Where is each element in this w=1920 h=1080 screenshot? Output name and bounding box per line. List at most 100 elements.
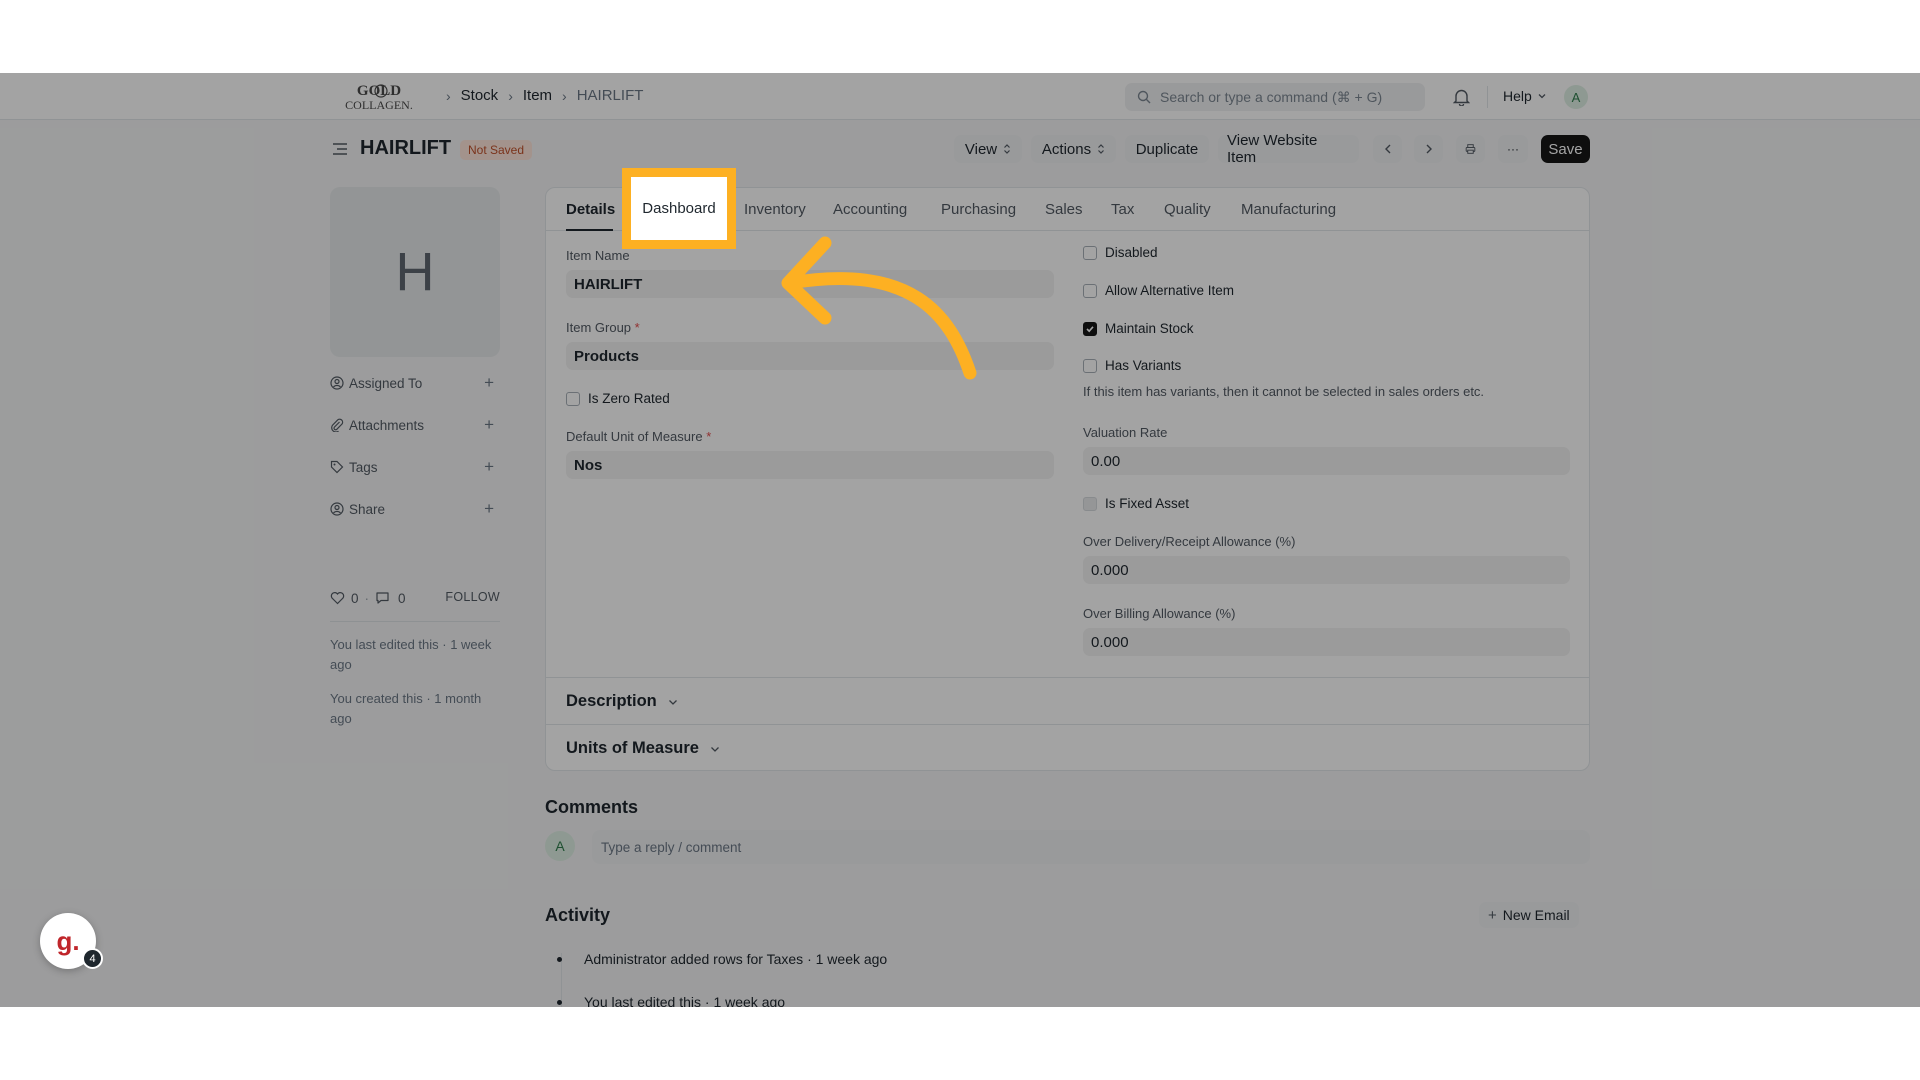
- avatar: A: [545, 831, 575, 861]
- sidebar-attachments[interactable]: Attachments +: [330, 415, 498, 435]
- add-icon[interactable]: +: [484, 500, 494, 517]
- user-avatar[interactable]: A: [1564, 85, 1588, 109]
- sidebar-item-label: Attachments: [349, 417, 425, 433]
- save-button[interactable]: Save: [1541, 135, 1590, 163]
- checkbox-label: Has Variants: [1105, 358, 1182, 373]
- timeline-text: Administrator added rows for Taxes · 1 w…: [584, 951, 888, 967]
- timeline-dot: [557, 999, 562, 1005]
- valuation-rate-field[interactable]: 0.00: [1083, 447, 1570, 475]
- over-billing-label: Over Billing Allowance (%): [1083, 606, 1236, 621]
- checkbox-box[interactable]: [1083, 283, 1097, 298]
- view-button[interactable]: View: [954, 135, 1022, 163]
- item-group-label-text: Item Group: [566, 320, 632, 335]
- checkbox-label: Disabled: [1105, 245, 1158, 260]
- breadcrumb-current[interactable]: HAIRLIFT: [577, 87, 644, 104]
- updown-chevron-icon: [1004, 144, 1011, 154]
- assign-icon: [330, 376, 344, 390]
- separator-dot: ·: [364, 590, 370, 606]
- units-of-measure-section[interactable]: Units of Measure: [546, 724, 1589, 771]
- checkbox-box[interactable]: [566, 391, 580, 406]
- tab-tax[interactable]: Tax: [1111, 201, 1134, 218]
- print-button[interactable]: [1456, 135, 1485, 163]
- heart-icon[interactable]: [330, 591, 345, 605]
- sidebar-tags[interactable]: Tags +: [330, 457, 498, 477]
- follow-button[interactable]: FOLLOW: [445, 590, 500, 604]
- add-icon[interactable]: +: [484, 416, 494, 433]
- section-title[interactable]: Units of Measure: [566, 739, 721, 758]
- plus-icon: +: [1488, 906, 1497, 924]
- last-edited-note: You last edited this · 1 week ago: [330, 637, 492, 672]
- actions-button[interactable]: Actions: [1031, 135, 1116, 163]
- view-website-item-button[interactable]: View Website Item: [1218, 132, 1359, 166]
- breadcrumb-item[interactable]: Item: [523, 87, 552, 104]
- tab-manufacturing[interactable]: Manufacturing: [1241, 201, 1336, 218]
- svg-text:COLLAGEN.: COLLAGEN.: [345, 98, 413, 112]
- page-title: HAIRLIFT: [360, 137, 452, 159]
- comment-icon[interactable]: [375, 591, 390, 605]
- description-section-label: Description: [566, 692, 657, 710]
- maintain-stock-checkbox[interactable]: Maintain Stock: [1083, 321, 1194, 336]
- company-logo[interactable]: GOLD COLLAGEN.: [334, 82, 424, 112]
- page-head: HAIRLIFT Not Saved View Actions Duplicat…: [330, 132, 1590, 166]
- breadcrumb-stock[interactable]: Stock: [461, 87, 499, 104]
- next-record-button[interactable]: [1414, 135, 1443, 163]
- sidebar-divider: [330, 621, 500, 622]
- chevron-right-icon: [1426, 144, 1432, 154]
- checkbox-box[interactable]: [1083, 245, 1097, 260]
- new-email-button[interactable]: + New Email: [1479, 902, 1579, 928]
- more-options-button[interactable]: ···: [1498, 135, 1528, 163]
- disabled-checkbox[interactable]: Disabled: [1083, 245, 1158, 260]
- timeline-item: You last edited this · 1 week ago: [557, 994, 785, 1007]
- chevron-down-icon: [668, 699, 677, 705]
- is-zero-rated-checkbox[interactable]: Is Zero Rated: [566, 391, 670, 406]
- item-image-placeholder[interactable]: H: [330, 187, 500, 357]
- guide-count-badge: 4: [82, 948, 103, 969]
- checkbox-box[interactable]: [1083, 496, 1097, 511]
- tab-details[interactable]: Details: [566, 201, 615, 218]
- valuation-rate-label: Valuation Rate: [1083, 425, 1168, 440]
- over-delivery-label: Over Delivery/Receipt Allowance (%): [1083, 534, 1296, 549]
- has-variants-help: If this item has variants, then it canno…: [1083, 384, 1485, 399]
- sidebar-item-label: Tags: [349, 459, 378, 475]
- add-icon[interactable]: +: [484, 458, 494, 475]
- allow-alternative-item-checkbox[interactable]: Allow Alternative Item: [1083, 283, 1234, 298]
- previous-record-button[interactable]: [1373, 135, 1402, 163]
- checkbox-checked[interactable]: [1083, 321, 1097, 336]
- view-button-label: View: [964, 140, 998, 158]
- sidebar-assigned-to[interactable]: Assigned To +: [330, 373, 498, 393]
- sidebar-share[interactable]: Share +: [330, 499, 498, 519]
- highlighted-dashboard-tab[interactable]: Dashboard: [622, 168, 736, 249]
- section-title[interactable]: Description: [566, 692, 679, 711]
- description-section[interactable]: Description: [546, 677, 1589, 724]
- has-variants-checkbox[interactable]: Has Variants: [1083, 358, 1181, 373]
- hamburger-menu-icon[interactable]: [332, 141, 348, 157]
- chevron-right-icon: ›: [562, 87, 567, 104]
- checkbox-label: Allow Alternative Item: [1105, 283, 1235, 298]
- help-dropdown[interactable]: Help: [1503, 88, 1547, 104]
- tag-icon: [330, 460, 344, 474]
- active-tab-indicator: [566, 229, 613, 231]
- chevron-right-icon: ›: [508, 87, 513, 104]
- checkbox-label: Maintain Stock: [1105, 321, 1194, 336]
- help-label: Help: [1503, 88, 1532, 104]
- comment-input[interactable]: Type a reply / comment: [592, 830, 1590, 864]
- item-form: Details Dashboard Inventory Accounting P…: [545, 187, 1590, 771]
- paperclip-icon: [331, 418, 344, 432]
- tab-quality[interactable]: Quality: [1164, 201, 1211, 218]
- search-input[interactable]: Search or type a command (⌘ + G): [1125, 83, 1425, 111]
- uom-label-text: Default Unit of Measure: [566, 429, 703, 444]
- bell-icon[interactable]: [1453, 88, 1470, 106]
- duplicate-button[interactable]: Duplicate: [1125, 135, 1209, 163]
- activity-heading: Activity: [545, 905, 611, 925]
- checkbox-label: Is Zero Rated: [588, 391, 670, 406]
- over-billing-field[interactable]: 0.000: [1083, 628, 1570, 656]
- tab-sales[interactable]: Sales: [1045, 201, 1083, 218]
- updown-chevron-icon: [1098, 144, 1105, 154]
- add-icon[interactable]: +: [484, 374, 494, 391]
- uom-field[interactable]: Nos: [566, 451, 1054, 479]
- search-icon: [1137, 90, 1151, 104]
- over-delivery-field[interactable]: 0.000: [1083, 556, 1570, 584]
- checkbox-box[interactable]: [1083, 358, 1097, 373]
- uom-label: Default Unit of Measure *: [566, 429, 711, 444]
- is-fixed-asset-checkbox[interactable]: Is Fixed Asset: [1083, 496, 1189, 511]
